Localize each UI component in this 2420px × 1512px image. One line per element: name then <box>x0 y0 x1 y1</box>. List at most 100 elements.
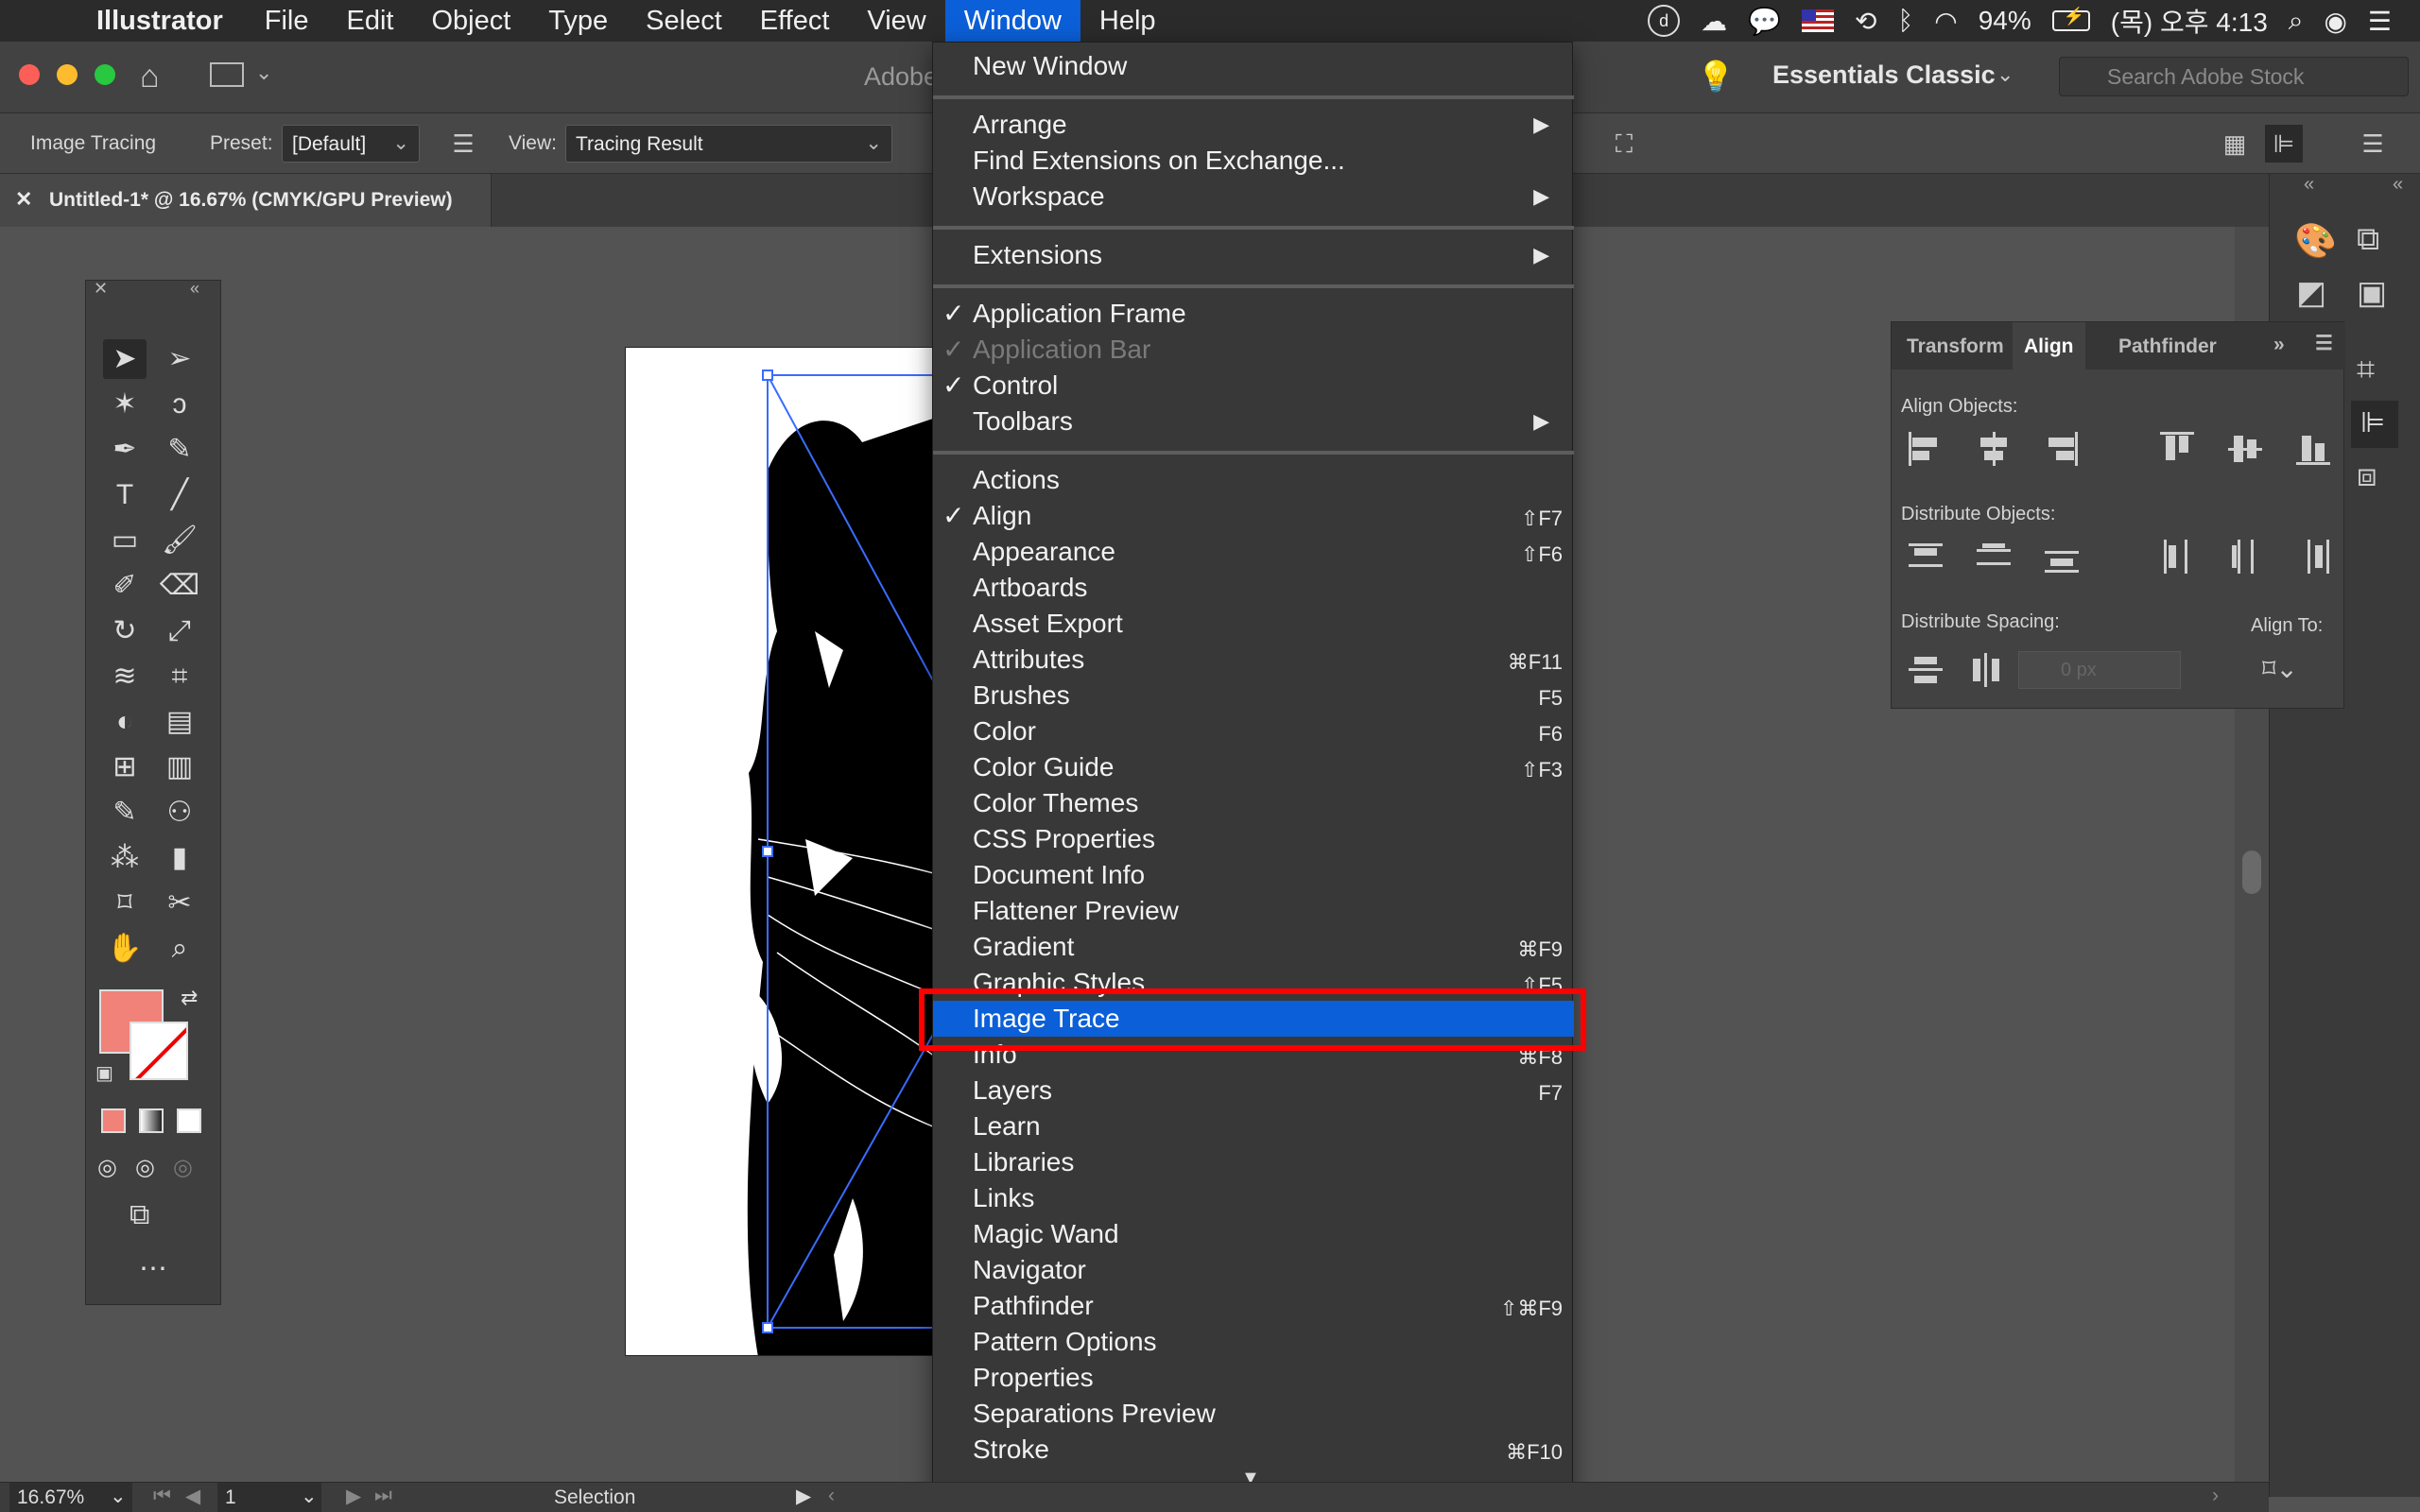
none-mode-icon[interactable] <box>177 1108 201 1133</box>
chevron-down-icon[interactable]: ⌄ <box>255 60 272 85</box>
prev-artboard-icon[interactable]: ◀ <box>185 1485 200 1508</box>
magic-wand-tool-icon[interactable]: ✶ <box>103 385 147 424</box>
zoom-chevron-icon[interactable]: ⌄ <box>110 1485 127 1508</box>
menu-item-gradient[interactable]: Gradient ⌘F9 <box>933 929 1574 965</box>
menu-item-libraries[interactable]: Libraries <box>933 1144 1574 1180</box>
draw-normal-icon[interactable]: ◎ <box>97 1154 117 1181</box>
vertical-distribute-space-icon[interactable] <box>1907 651 1945 689</box>
pathfinder-panel-icon[interactable]: ⧈ <box>2357 457 2377 494</box>
first-artboard-icon[interactable]: ⏮ <box>153 1485 171 1507</box>
close-window-button[interactable] <box>19 64 40 85</box>
menu-type[interactable]: Type <box>529 0 627 42</box>
scale-tool-icon[interactable]: ⤢ <box>158 611 201 651</box>
menu-item-brushes[interactable]: Brushes F5 <box>933 678 1574 713</box>
collapse-dock-icon-2[interactable]: « <box>2393 174 2403 196</box>
us-flag-input-icon[interactable] <box>1802 9 1835 32</box>
menu-item-document-info[interactable]: Document Info <box>933 857 1574 893</box>
next-artboard-icon[interactable]: ▶ <box>346 1485 361 1508</box>
shape-builder-tool-icon[interactable]: ◐ <box>103 702 147 742</box>
menu-item-properties[interactable]: Properties <box>933 1360 1574 1396</box>
align-toggle-icon[interactable]: ⊫ <box>2265 125 2303 163</box>
fit-selection-icon[interactable]: ⛶ <box>1605 125 1643 163</box>
grid-icon[interactable]: ▦ <box>2216 125 2254 163</box>
column-graph-tool-icon[interactable]: ▮ <box>158 838 201 878</box>
vertical-distribute-bottom-icon[interactable] <box>2043 538 2081 576</box>
menu-item-graphic-styles[interactable]: Graphic Styles ⇧F5 <box>933 965 1574 1001</box>
color-panel-icon[interactable]: 🎨 <box>2294 221 2337 261</box>
direct-selection-tool-icon[interactable]: ➢ <box>158 339 201 379</box>
menu-item-navigator[interactable]: Navigator <box>933 1252 1574 1288</box>
menu-item-color-guide[interactable]: Color Guide ⇧F3 <box>933 749 1574 785</box>
tracing-options-icon[interactable]: ☰ <box>444 125 482 163</box>
chat-notification-icon[interactable]: 💬 <box>1748 6 1781 37</box>
menu-item-flattener-preview[interactable]: Flattener Preview <box>933 893 1574 929</box>
rotate-tool-icon[interactable]: ↻ <box>103 611 147 651</box>
menu-effect[interactable]: Effect <box>741 0 849 42</box>
horizontal-distribute-space-icon[interactable] <box>1967 651 2005 689</box>
vertical-distribute-center-icon[interactable] <box>1975 538 2013 576</box>
menu-item-color[interactable]: Color F6 <box>933 713 1574 749</box>
last-artboard-icon[interactable]: ⏭ <box>374 1485 392 1507</box>
status-menu-arrow-icon[interactable]: ▶ <box>796 1485 811 1508</box>
horizontal-distribute-right-icon[interactable] <box>2294 538 2332 576</box>
siri-icon[interactable]: ◉ <box>2324 6 2346 37</box>
symbol-sprayer-tool-icon[interactable]: ⁂ <box>103 838 147 878</box>
free-transform-tool-icon[interactable]: ⌗ <box>158 657 201 696</box>
menu-item-application-frame[interactable]: ✓ Application Frame <box>933 296 1574 332</box>
workspace-switcher[interactable]: Essentials Classic <box>1772 60 1996 90</box>
screen-mode-icon[interactable]: ⧉ <box>130 1199 149 1231</box>
line-segment-tool-icon[interactable]: ╱ <box>158 475 201 515</box>
draw-behind-icon[interactable]: ◎ <box>135 1154 155 1181</box>
collapse-panel-icon[interactable]: « <box>190 279 199 299</box>
eraser-tool-icon[interactable]: ⌫ <box>158 566 201 606</box>
preset-dropdown[interactable]: [Default] ⌄ <box>282 125 420 163</box>
slice-tool-icon[interactable]: ✂ <box>158 884 201 923</box>
menu-item-separations-preview[interactable]: Separations Preview <box>933 1396 1574 1432</box>
menu-help[interactable]: Help <box>1080 0 1175 42</box>
width-tool-icon[interactable]: ≋ <box>103 657 147 696</box>
menu-window[interactable]: Window <box>944 0 1080 42</box>
horizontal-align-right-icon[interactable] <box>2043 430 2081 468</box>
wifi-icon[interactable]: ◠ <box>1934 6 1957 37</box>
close-panel-icon[interactable]: ✕ <box>94 279 108 299</box>
pen-tool-icon[interactable]: ✒ <box>103 430 147 470</box>
menu-item-image-trace[interactable]: Image Trace <box>933 1001 1574 1037</box>
menu-item-appearance[interactable]: Appearance ⇧F6 <box>933 534 1574 570</box>
menu-view[interactable]: View <box>848 0 944 42</box>
menu-item-color-themes[interactable]: Color Themes <box>933 785 1574 821</box>
menu-select[interactable]: Select <box>627 0 741 42</box>
perspective-grid-tool-icon[interactable]: ▤ <box>158 702 201 742</box>
align-to-dropdown-icon[interactable]: ⌑⌄ <box>2262 653 2298 684</box>
battery-icon[interactable] <box>2051 7 2090 31</box>
vertical-align-bottom-icon[interactable] <box>2294 430 2332 468</box>
home-icon[interactable]: ⌂ <box>140 59 160 95</box>
horizontal-align-left-icon[interactable] <box>1907 430 1945 468</box>
bluetooth-icon[interactable]: ᛒ <box>1897 6 1913 36</box>
menu-item-pattern-options[interactable]: Pattern Options <box>933 1324 1574 1360</box>
menu-item-links[interactable]: Links <box>933 1180 1574 1216</box>
shaper-tool-icon[interactable]: ✐ <box>103 566 147 606</box>
horizontal-align-center-icon[interactable] <box>1975 430 2013 468</box>
minimize-window-button[interactable] <box>57 64 78 85</box>
menu-item-artboards[interactable]: Artboards <box>933 570 1574 606</box>
stroke-swatch[interactable] <box>130 1022 188 1080</box>
collapse-dock-icon[interactable]: « <box>2304 174 2314 196</box>
curvature-tool-icon[interactable]: ✎ <box>158 430 201 470</box>
gradient-mode-icon[interactable] <box>139 1108 164 1133</box>
swap-fill-stroke-icon[interactable]: ⇄ <box>181 986 198 1010</box>
menu-item-new-window[interactable]: New Window <box>933 48 1574 84</box>
artboard[interactable] <box>625 347 946 1356</box>
arrange-documents-icon[interactable] <box>210 62 244 87</box>
menu-app-illustrator[interactable]: Illustrator <box>79 0 246 42</box>
menu-item-actions[interactable]: Actions <box>933 462 1574 498</box>
horizontal-distribute-left-icon[interactable] <box>2158 538 2196 576</box>
menu-item-layers[interactable]: Layers F7 <box>933 1073 1574 1108</box>
libraries-icon[interactable]: ⧉ <box>2357 221 2379 258</box>
blend-tool-icon[interactable]: ⚇ <box>158 793 201 833</box>
lightbulb-icon[interactable]: 💡 <box>1697 59 1735 94</box>
type-tool-icon[interactable]: T <box>103 475 147 515</box>
eyedropper-tool-icon[interactable]: ✎ <box>103 793 147 833</box>
expand-panel-icon[interactable]: » <box>2273 334 2285 356</box>
tab-pathfinder[interactable]: Pathfinder <box>2118 335 2217 358</box>
horizontal-distribute-center-icon[interactable] <box>2226 538 2264 576</box>
